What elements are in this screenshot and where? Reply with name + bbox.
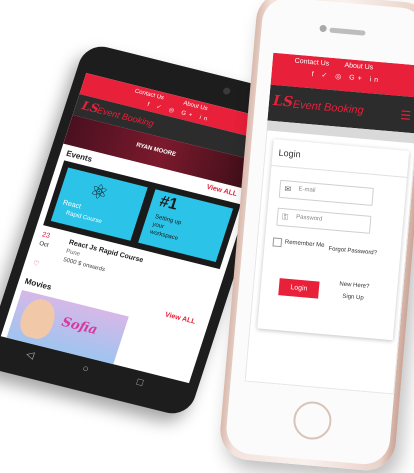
new-here-text: New Here? <box>339 281 370 290</box>
hamburger-menu-icon[interactable]: ☰ <box>400 108 412 123</box>
tip-number: #1 <box>157 193 180 214</box>
event-place: Pune <box>65 248 81 258</box>
camera-icon <box>319 24 327 33</box>
social-icons[interactable]: f ✓ ◎ G+ in <box>311 70 381 84</box>
password-placeholder: Password <box>295 214 323 223</box>
banner-text: RYAN MOORE <box>135 142 177 158</box>
iphone-front: Contact Us About Us f ✓ ◎ G+ in LS Event… <box>224 0 414 467</box>
camera-icon <box>222 86 232 96</box>
remember-checkbox[interactable] <box>272 237 283 248</box>
react-panel: ⚛ React Rapid Course <box>50 167 148 241</box>
event-date: 23 <box>41 231 51 240</box>
tip-panel: #1 Setting up your workspace <box>138 189 234 263</box>
iphone: Contact Us About Us f ✓ ◎ G+ in LS Event… <box>217 0 414 473</box>
react-logo-icon: ⚛ <box>86 179 111 206</box>
speaker-grille <box>329 27 366 36</box>
heart-icon[interactable]: ♡ <box>32 259 41 268</box>
contact-link[interactable]: Contact Us <box>134 89 165 102</box>
remember-label: Remember Me <box>284 239 325 249</box>
forgot-password-link[interactable]: Forgot Password? <box>328 246 377 256</box>
tip-line-2: your <box>151 221 165 231</box>
character-illustration <box>16 295 60 342</box>
password-field[interactable]: ⚿ Password <box>276 207 372 234</box>
iphone-screen: Contact Us About Us f ✓ ◎ G+ in LS Event… <box>244 52 414 395</box>
event-month: Oct <box>38 240 50 249</box>
tip-line-3: workspace <box>148 229 179 242</box>
brand-name[interactable]: Event Booking <box>292 99 364 117</box>
movies-view-all-link[interactable]: View ALL <box>164 311 196 325</box>
divider <box>271 165 408 178</box>
react-subtitle: Rapid Course <box>64 210 103 226</box>
movie-title: Sofia <box>59 314 100 338</box>
movies-heading: Movies <box>23 276 53 292</box>
home-icon[interactable]: ○ <box>81 363 90 375</box>
react-title: React <box>61 199 82 211</box>
about-link[interactable]: About Us <box>344 62 373 71</box>
event-price: 5000 $ onwards <box>62 257 106 274</box>
signup-link[interactable]: Sign Up <box>342 294 364 302</box>
login-card: Login ✉ E-mail ⚿ Password Remember Me Fo… <box>257 139 410 341</box>
recent-apps-icon[interactable]: □ <box>135 377 144 389</box>
logo[interactable]: LS <box>272 93 293 111</box>
key-icon: ⚿ <box>281 212 289 222</box>
contact-link[interactable]: Contact Us <box>294 58 329 68</box>
email-placeholder: E-mail <box>298 186 316 194</box>
login-button[interactable]: Login <box>278 278 320 299</box>
envelope-icon: ✉ <box>284 184 292 194</box>
email-field[interactable]: ✉ E-mail <box>278 179 374 206</box>
back-icon[interactable]: ◁ <box>25 349 36 361</box>
home-button[interactable] <box>291 399 334 442</box>
login-title: Login <box>278 147 302 160</box>
iphone-body: Contact Us About Us f ✓ ◎ G+ in LS Event… <box>217 0 414 473</box>
